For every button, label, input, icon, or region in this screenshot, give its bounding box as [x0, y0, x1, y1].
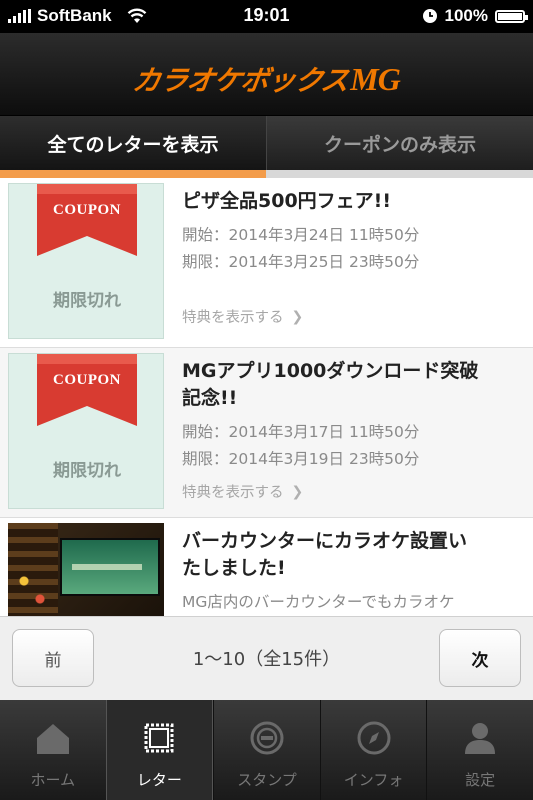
chevron-right-icon: ❯	[291, 308, 304, 325]
tabbar-item-info[interactable]: インフォ	[319, 700, 427, 800]
tabbar-label: ホーム	[30, 771, 76, 789]
letter-title: MGアプリ1000ダウンロード突破 記念!!	[182, 358, 519, 412]
chevron-right-icon: ❯	[291, 483, 304, 500]
end-date: 期限：2014年3月25日 23時50分	[182, 253, 420, 271]
coupon-thumbnail: COUPON 期限切れ	[8, 183, 164, 339]
pager: 前 1〜10（全15件） 次	[0, 616, 533, 700]
logo-text: カラオケボックス	[130, 64, 351, 97]
coupon-badge: COUPON	[53, 202, 121, 218]
letter-list: COUPON 期限切れ ピザ全品500円フェア!! 開始：2014年3月24日 …	[0, 178, 533, 616]
tabbar-item-settings[interactable]: 設定	[426, 700, 533, 800]
tabbar-label: インフォ	[343, 771, 404, 789]
bar-counter-photo	[8, 523, 164, 616]
alarm-icon	[422, 9, 437, 23]
expired-label: 期限切れ	[53, 291, 121, 311]
start-date: 開始：2014年3月24日 11時50分	[182, 226, 420, 244]
tab-all-letters[interactable]: 全てのレターを表示	[0, 116, 267, 170]
letter-title-line2: 記念!!	[182, 387, 238, 409]
letter-summary: MG店内のバーカウンターでもカラオケ	[182, 593, 455, 611]
home-icon	[36, 724, 69, 754]
coupon-ribbon-icon: COUPON	[37, 354, 137, 426]
next-button[interactable]: 次	[439, 629, 521, 687]
letter-title: バーカウンターにカラオケ設置い たしました!	[182, 528, 519, 582]
coupon-ribbon-icon: COUPON	[37, 184, 137, 256]
coupon-thumbnail: COUPON 期限切れ	[8, 353, 164, 509]
start-date: 開始：2014年3月17日 11時50分	[182, 423, 420, 441]
show-benefit-link[interactable]: 特典を表示する ❯	[182, 481, 303, 502]
expired-label: 期限切れ	[53, 461, 121, 481]
show-benefit-label: 特典を表示する	[182, 485, 284, 501]
tab-indicator	[0, 170, 266, 178]
letter-title: ピザ全品500円フェア!!	[182, 190, 391, 212]
person-icon	[465, 723, 496, 754]
letter-title-line2: たしました!	[182, 557, 286, 579]
karaoke-screen	[60, 538, 160, 596]
compass-icon	[357, 721, 391, 755]
show-benefit-link[interactable]: 特典を表示する ❯	[182, 306, 303, 327]
filter-tabs: 全てのレターを表示 クーポンのみ表示	[0, 116, 533, 170]
logo-brand: MG	[350, 61, 401, 97]
coupon-badge: COUPON	[53, 372, 121, 388]
stamp-frame-icon	[144, 723, 174, 753]
list-item[interactable]: バーカウンターにカラオケ設置い たしました! MG店内のバーカウンターでもカラオ…	[0, 518, 533, 616]
tabbar-label: レター	[136, 771, 182, 789]
letter-title-line1: MGアプリ1000ダウンロード突破	[182, 360, 479, 382]
app-logo: カラオケボックスMG	[0, 59, 533, 99]
bottom-tab-bar: ホーム レター スタンプ インフォ 設定	[0, 700, 533, 800]
tab-indicator-track	[0, 170, 533, 178]
list-item[interactable]: COUPON 期限切れ MGアプリ1000ダウンロード突破 記念!! 開始：20…	[0, 348, 533, 518]
tabbar-item-home[interactable]: ホーム	[0, 700, 106, 800]
tab-coupons-only[interactable]: クーポンのみ表示	[267, 116, 533, 170]
battery-icon	[495, 9, 528, 23]
status-bar: SoftBank 19:01 100%	[0, 0, 533, 33]
show-benefit-label: 特典を表示する	[182, 310, 284, 326]
tabbar-item-stamp[interactable]: スタンプ	[213, 700, 320, 800]
end-date: 期限：2014年3月19日 23時50分	[182, 450, 420, 468]
tabbar-label: 設定	[465, 771, 496, 789]
letter-title-line1: バーカウンターにカラオケ設置い	[182, 530, 468, 552]
battery-percent: 100%	[444, 6, 488, 25]
stamp-icon	[250, 721, 284, 755]
status-right: 100%	[422, 5, 528, 27]
tabbar-item-letter[interactable]: レター	[105, 700, 214, 800]
app-header: カラオケボックスMG	[0, 33, 533, 116]
tabbar-label: スタンプ	[237, 771, 297, 789]
list-item[interactable]: COUPON 期限切れ ピザ全品500円フェア!! 開始：2014年3月24日 …	[0, 178, 533, 348]
